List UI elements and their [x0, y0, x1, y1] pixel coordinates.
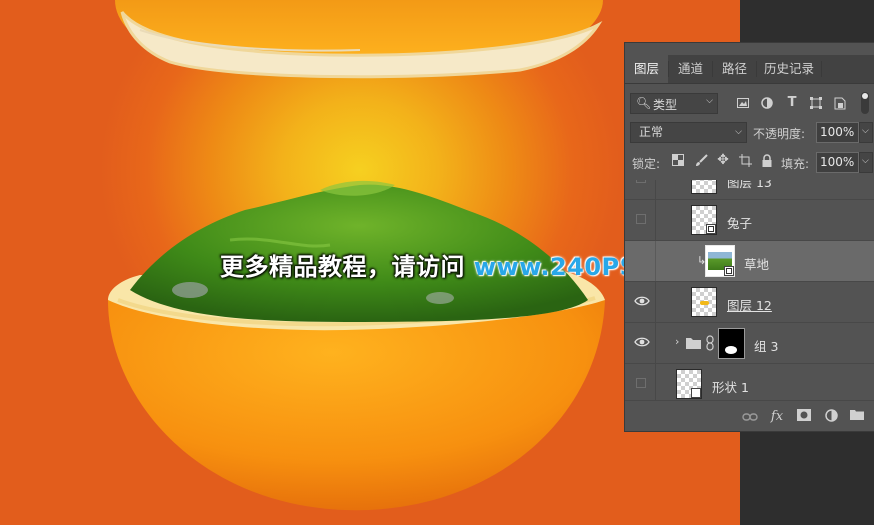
lock-position-move-icon[interactable]: ✥ — [716, 153, 730, 167]
type-filter-icon[interactable]: T — [785, 96, 799, 110]
lock-transparent-icon[interactable] — [671, 154, 685, 168]
layer-thumbnail — [691, 205, 717, 235]
tab-history[interactable]: 历史记录 — [757, 55, 821, 83]
layer-name[interactable]: 草地 — [744, 254, 769, 273]
layer-thumbnail — [705, 245, 735, 277]
layer-name[interactable]: 图层 13 — [727, 180, 772, 191]
opacity-dropdown[interactable]: ⌵ — [859, 122, 873, 143]
filter-kind-label: 类型 — [653, 98, 678, 112]
chevron-down-icon: ⌵ — [862, 156, 869, 166]
fx-icon[interactable]: fx — [769, 409, 785, 425]
blend-mode-select[interactable]: 正常 ⌵ — [630, 122, 747, 143]
filter-toggle-switch[interactable] — [861, 92, 869, 114]
layer-name[interactable]: 图层 12 — [727, 295, 772, 314]
shape-layer-badge-icon — [691, 388, 701, 398]
link-layers-icon[interactable] — [742, 409, 758, 425]
tab-layers[interactable]: 图层 — [625, 55, 668, 83]
layer-name[interactable]: 形状 1 — [712, 377, 749, 396]
tab-channels[interactable]: 通道 — [669, 55, 712, 83]
layer-row-selected[interactable]: ↳ 草地 — [625, 240, 874, 282]
image-filter-icon[interactable] — [736, 97, 750, 111]
eye-icon[interactable] — [634, 336, 650, 348]
tab-paths[interactable]: 路径 — [713, 55, 756, 83]
add-mask-icon[interactable] — [796, 409, 812, 425]
adjustment-layer-icon[interactable] — [823, 409, 839, 425]
chevron-down-icon: ⌵ — [735, 127, 742, 137]
fill-input[interactable]: 100% — [816, 152, 859, 173]
lock-pixels-brush-icon[interactable] — [694, 154, 708, 168]
smart-object-filter-icon[interactable] — [833, 97, 847, 111]
adjustment-filter-icon[interactable] — [760, 97, 774, 111]
fill-label: 填充: — [781, 157, 810, 171]
layer-row[interactable]: 图层 12 — [625, 281, 874, 323]
opacity-label: 不透明度: — [753, 127, 806, 141]
opacity-input[interactable]: 100% — [816, 122, 859, 143]
chevron-down-icon: ⌵ — [706, 96, 713, 106]
folder-icon — [686, 338, 701, 349]
link-chain-icon — [706, 335, 714, 351]
layer-thumbnail — [691, 287, 717, 317]
layer-row[interactable]: 形状 1 — [625, 363, 874, 400]
chevron-right-icon[interactable]: › — [675, 335, 679, 348]
layers-panel: 图层 通道 路径 历史记录 🔍︎ 类型 ⌵ T 正常 ⌵ 不透明度: 100% … — [624, 42, 874, 432]
layer-row-group[interactable]: › 组 3 — [625, 322, 874, 364]
layer-thumbnail — [676, 369, 702, 399]
visibility-toggle[interactable] — [636, 180, 646, 183]
new-group-folder-icon[interactable] — [849, 409, 865, 425]
top-orange-half — [115, 0, 603, 79]
layer-row[interactable]: 兔子 — [625, 199, 874, 241]
artboard-lock-icon[interactable] — [738, 154, 752, 168]
layer-name[interactable]: 兔子 — [727, 213, 752, 232]
filter-kind-select[interactable]: 🔍︎ 类型 ⌵ — [630, 93, 718, 114]
panel-tabs: 图层 通道 路径 历史记录 — [625, 55, 874, 84]
layer-row[interactable]: 图层 13 — [625, 180, 874, 200]
layers-panel-footer: fx — [625, 400, 874, 433]
layer-thumbnail — [691, 180, 717, 194]
visibility-toggle[interactable] — [636, 214, 646, 224]
blend-mode-value: 正常 — [639, 125, 664, 139]
lock-label: 锁定: — [632, 157, 661, 171]
layers-list: 图层 13 兔子 ↳ 草地 图层 12 › 组 3 形状 1 — [625, 180, 874, 400]
layer-mask-thumbnail[interactable] — [718, 328, 745, 359]
chevron-down-icon: ⌵ — [862, 126, 869, 136]
shape-filter-icon[interactable] — [809, 97, 823, 111]
lock-all-icon[interactable] — [760, 154, 774, 168]
layer-name[interactable]: 组 3 — [754, 336, 778, 355]
eye-icon[interactable] — [634, 295, 650, 307]
smart-object-badge-icon — [706, 224, 716, 234]
visibility-toggle[interactable] — [636, 378, 646, 388]
smart-object-badge-icon — [724, 266, 734, 276]
search-icon: 🔍︎ — [636, 96, 652, 110]
watermark-caption: 更多精品教程，请访问 — [220, 253, 474, 281]
fill-dropdown[interactable]: ⌵ — [859, 152, 873, 173]
